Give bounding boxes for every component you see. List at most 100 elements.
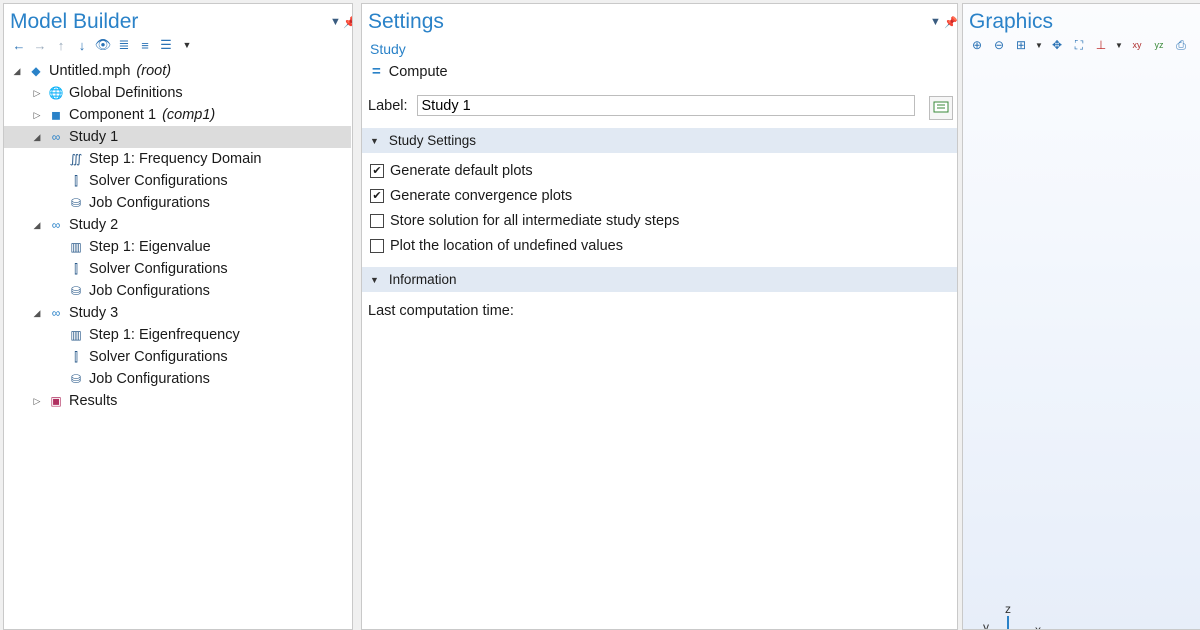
solver-config-icon: ⫿ [74, 349, 78, 364]
zoom-in-icon[interactable]: ⊕ [969, 37, 985, 53]
checkbox-store-solution[interactable]: Store solution for all intermediate stud… [370, 213, 679, 229]
zoom-out-icon[interactable]: ⊖ [991, 37, 1007, 53]
job-config-icon: ⛁ [70, 372, 82, 386]
tree-node-label: Component 1 [69, 107, 157, 123]
model-builder-toolbar: ← → ↑ ↓ 👁 ≣ ≡ ☰ ▼ [10, 36, 196, 54]
checkbox-label: Generate default plots [390, 163, 533, 179]
checkbox-plot-undefined[interactable]: Plot the location of undefined values [370, 238, 623, 254]
zoom-extents-icon[interactable]: ✥ [1049, 37, 1065, 53]
solver-config-icon: ⫿ [74, 261, 78, 276]
move-up-icon[interactable]: ↑ [52, 36, 70, 54]
expanded-arrow-icon[interactable]: ◢ [30, 306, 44, 320]
graphics-title: Graphics [969, 10, 1054, 33]
model-builder-title: Model Builder [10, 10, 139, 33]
checkbox-label: Generate convergence plots [390, 188, 573, 204]
print-icon[interactable]: ⎙ [1173, 37, 1189, 53]
tree-node[interactable]: ◢ ◆ Untitled.mph (root) [4, 60, 351, 82]
tree-node[interactable]: ⫿ Solver Configurations [4, 258, 351, 280]
back-arrow-icon[interactable]: ← [10, 36, 28, 54]
job-config-icon: ⛁ [70, 196, 82, 210]
settings-subtitle: Study [370, 41, 406, 57]
chevron-down-icon[interactable]: ▼ [178, 36, 196, 54]
view-axes-icon[interactable]: ⊥ [1093, 37, 1109, 53]
tree-node[interactable]: ▷ 🌐 Global Definitions [4, 82, 351, 104]
checkbox-box[interactable]: ✔ [370, 164, 384, 178]
tree-node-label: Study 3 [69, 305, 119, 321]
tree-node-tag: (root) [136, 63, 172, 79]
tree-node-label: Solver Configurations [89, 349, 228, 365]
list-view-icon[interactable]: ☰ [157, 36, 175, 54]
panel-menu-icon[interactable]: ▼ [930, 16, 941, 28]
collapsed-arrow-icon[interactable]: ▷ [30, 394, 44, 408]
collapsed-arrow-icon[interactable]: ▷ [30, 86, 44, 100]
axis-triad: z y x [981, 602, 1051, 629]
expanded-arrow-icon[interactable]: ◢ [30, 218, 44, 232]
tree-node[interactable]: ⛁ Job Configurations [4, 280, 351, 302]
tree-node-label: Study 1 [69, 129, 119, 145]
study-settings-section[interactable]: ▼ Study Settings [362, 128, 957, 153]
collapsed-arrow-icon[interactable]: ▷ [30, 108, 44, 122]
collapse-all-icon[interactable]: ≣ [115, 36, 133, 54]
tree-node-label: Study 2 [69, 217, 119, 233]
tree-node[interactable]: ▷ ◼ Component 1 (comp1) [4, 104, 351, 126]
study-icon: ∞ [51, 306, 61, 320]
tree-node-label: Step 1: Frequency Domain [89, 151, 262, 167]
zoom-to-selection-icon[interactable]: ⛶ [1071, 37, 1087, 53]
information-header: Information [388, 272, 457, 287]
checkbox-generate-default-plots[interactable]: ✔ Generate default plots [370, 163, 533, 179]
checkbox-box[interactable] [370, 214, 384, 228]
compute-button[interactable]: = Compute [372, 63, 448, 80]
pin-icon[interactable]: 📌 [343, 16, 352, 29]
label-input[interactable] [416, 95, 915, 116]
tree-node-label: Job Configurations [89, 195, 210, 211]
tree-node-label: Step 1: Eigenfrequency [89, 327, 240, 343]
job-config-icon: ⛁ [70, 284, 82, 298]
tree-node[interactable]: ▥ Step 1: Eigenfrequency [4, 324, 351, 346]
tree-node[interactable]: ∭ Step 1: Frequency Domain [4, 148, 351, 170]
tree-node[interactable]: ◢ ∞ Study 3 [4, 302, 351, 324]
section-collapse-icon: ▼ [370, 274, 379, 285]
frequency-domain-icon: ∭ [69, 152, 83, 166]
expand-all-icon[interactable]: ≡ [136, 36, 154, 54]
tree-node[interactable]: ⫿ Solver Configurations [4, 346, 351, 368]
panel-menu-icon[interactable]: ▼ [330, 16, 341, 28]
eigenfrequency-icon: ▥ [70, 328, 82, 342]
expanded-arrow-icon[interactable]: ◢ [30, 130, 44, 144]
forward-arrow-icon[interactable]: → [31, 36, 49, 54]
study-icon: ∞ [51, 130, 61, 144]
checkbox-generate-convergence-plots[interactable]: ✔ Generate convergence plots [370, 188, 572, 204]
expanded-arrow-icon[interactable]: ◢ [10, 64, 24, 78]
pin-icon[interactable]: 📌 [944, 16, 957, 29]
study-settings-header: Study Settings [388, 133, 476, 148]
tree-node[interactable]: ⛁ Job Configurations [4, 192, 351, 214]
tree-node[interactable]: ◢ ∞ Study 1 [4, 126, 351, 148]
move-down-icon[interactable]: ↓ [73, 36, 91, 54]
z-axis-label: z [1005, 602, 1011, 616]
tree-node[interactable]: ▥ Step 1: Eigenvalue [4, 236, 351, 258]
xy-plane-icon[interactable]: xy [1129, 37, 1145, 53]
label-comment-button[interactable] [929, 96, 953, 120]
results-icon: ▣ [50, 394, 62, 408]
tree-node[interactable]: ▷ ▣ Results [4, 390, 351, 412]
tree-node-label: Solver Configurations [89, 261, 228, 277]
z-axis-line [1007, 616, 1009, 629]
last-computation-time: Last computation time: [368, 303, 514, 319]
checkbox-box[interactable] [370, 239, 384, 253]
tree-node[interactable]: ◢ ∞ Study 2 [4, 214, 351, 236]
tree-node[interactable]: ⫿ Solver Configurations [4, 170, 351, 192]
zoom-box-icon[interactable]: ⊞ [1013, 37, 1029, 53]
yz-plane-icon[interactable]: yz [1151, 37, 1167, 53]
tree-node[interactable]: ⛁ Job Configurations [4, 368, 351, 390]
show-icon[interactable]: 👁 [94, 36, 112, 54]
section-collapse-icon: ▼ [370, 135, 379, 146]
chevron-down-icon[interactable]: ▼ [1115, 37, 1123, 53]
graphics-panel: Graphics ⊕ ⊖ ⊞ ▼ ✥ ⛶ ⊥ ▼ xy yz ⎙ z y x [962, 3, 1200, 630]
chevron-down-icon[interactable]: ▼ [1035, 37, 1043, 53]
tree-node-label: Untitled.mph [49, 63, 131, 79]
settings-title: Settings [368, 10, 444, 33]
checkbox-box[interactable]: ✔ [370, 189, 384, 203]
information-section[interactable]: ▼ Information [362, 267, 957, 292]
